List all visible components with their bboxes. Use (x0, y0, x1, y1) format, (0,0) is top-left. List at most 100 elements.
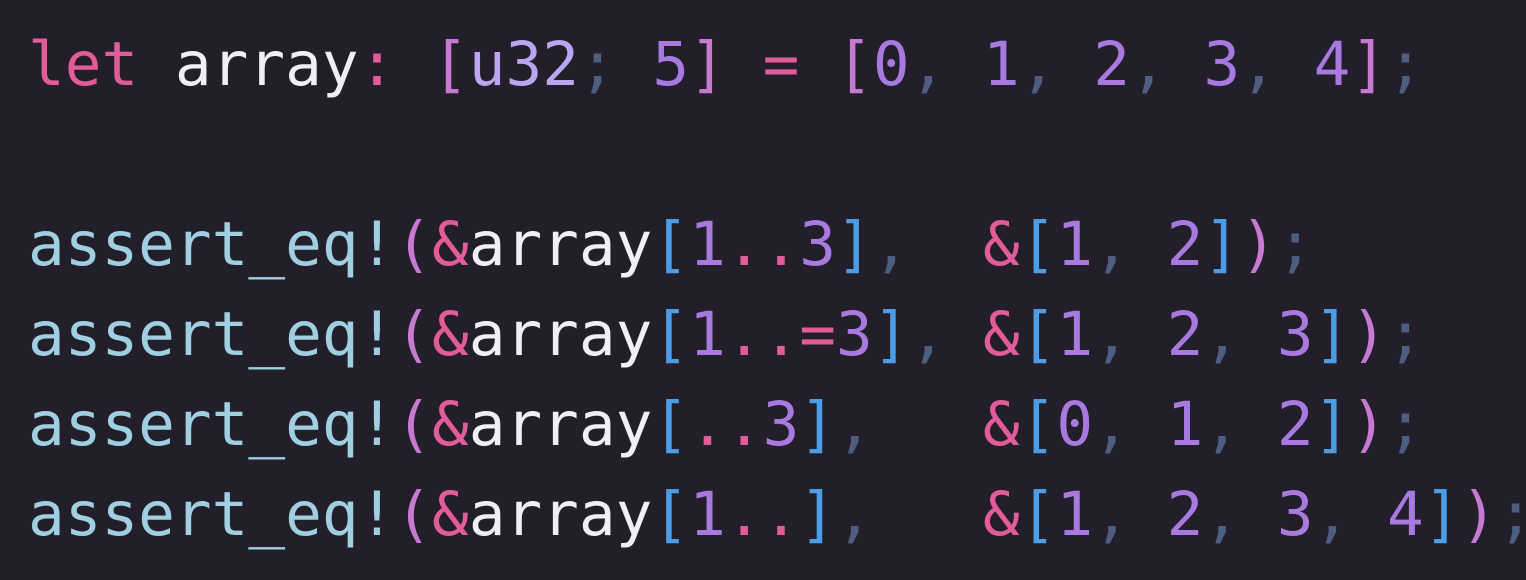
code-line: let array: [u32; 5] = [0, 1, 2, 3, 4]; (28, 20, 1526, 110)
code-token: ] (1313, 389, 1351, 460)
code-token: & (982, 479, 1020, 550)
code-token: ] (799, 389, 837, 460)
code-token: , (1019, 29, 1057, 100)
code-token: & (432, 209, 469, 280)
code-token: , (1240, 29, 1277, 100)
code-token: ( (395, 209, 432, 280)
code-token: 1 (689, 479, 726, 550)
code-token: & (432, 299, 469, 370)
code-token: ) (1350, 389, 1388, 460)
code-token: , (909, 299, 947, 370)
code-token: assert_eq! (28, 389, 396, 460)
code-token: 5 (652, 29, 690, 100)
code-line: assert_eq!(&array[1..], &[1, 2, 3, 4]); (28, 470, 1526, 560)
code-token: assert_eq! (28, 209, 396, 280)
code-token: 1 (1056, 299, 1094, 370)
code-token: 2 (1276, 389, 1314, 460)
code-token: ] (1423, 479, 1461, 550)
code-token: [ (1019, 209, 1057, 280)
code-token: 3 (799, 209, 837, 280)
code-token: : (358, 29, 396, 100)
code-token: 2 (1093, 29, 1130, 100)
code-token: [ (1019, 389, 1057, 460)
code-token: array (468, 479, 653, 550)
code-token: , (1203, 389, 1241, 460)
code-token: ) (1460, 479, 1498, 550)
code-token: 1 (689, 299, 726, 370)
code-token: , (1203, 479, 1241, 550)
code-token: ( (395, 389, 432, 460)
code-token: ; (1387, 299, 1424, 370)
code-token: 1 (1056, 479, 1094, 550)
code-token: ] (1203, 209, 1241, 280)
code-token: ] (836, 209, 873, 280)
code-token: & (982, 389, 1020, 460)
code-token: ; (1387, 29, 1424, 100)
code-token: , (1203, 299, 1241, 370)
code-token: assert_eq! (28, 479, 396, 550)
code-token: = (762, 29, 800, 100)
code-token: [ (652, 389, 690, 460)
code-token: 1 (1056, 209, 1094, 280)
code-token: array (468, 299, 653, 370)
code-line: assert_eq!(&array[1..3], &[1, 2]); (28, 200, 1526, 290)
code-token: , (1129, 29, 1167, 100)
code-line: assert_eq!(&array[1..=3], &[1, 2, 3]); (28, 290, 1526, 380)
code-token: , (836, 389, 873, 460)
code-token: ; (1387, 389, 1424, 460)
code-token: u32 (468, 29, 579, 100)
code-token: [ (652, 479, 690, 550)
code-token: & (982, 299, 1020, 370)
code-line: assert_eq!(&array[..3], &[0, 1, 2]); (28, 380, 1526, 470)
code-token: , (1093, 299, 1130, 370)
code-token: [ (836, 29, 873, 100)
code-token: 3 (1203, 29, 1241, 100)
code-token: 4 (1313, 29, 1351, 100)
code-token: , (909, 29, 947, 100)
code-token: 1 (983, 29, 1020, 100)
code-token: 1 (1166, 389, 1204, 460)
code-token: , (836, 479, 873, 550)
code-token: .. (725, 479, 800, 550)
code-token: 4 (1387, 479, 1424, 550)
code-token: ] (872, 299, 910, 370)
code-token: ] (1313, 299, 1351, 370)
code-token: ..= (725, 299, 837, 370)
code-token: 2 (1166, 479, 1204, 550)
code-token: [ (432, 29, 469, 100)
code-token: 1 (689, 209, 726, 280)
code-token: ] (1350, 29, 1388, 100)
code-token: .. (689, 389, 763, 460)
code-token: 2 (1166, 299, 1204, 370)
code-block: let array: [u32; 5] = [0, 1, 2, 3, 4]; as… (28, 20, 1526, 560)
code-token: assert_eq! (28, 299, 396, 370)
code-token: .. (725, 209, 800, 280)
code-token: 3 (1276, 479, 1314, 550)
code-token: 0 (1056, 389, 1094, 460)
code-token: & (432, 389, 469, 460)
code-token: ) (1240, 209, 1277, 280)
code-token: array (468, 209, 653, 280)
code-token: [ (1019, 479, 1057, 550)
code-token: ( (395, 299, 432, 370)
code-token: ] (689, 29, 726, 100)
